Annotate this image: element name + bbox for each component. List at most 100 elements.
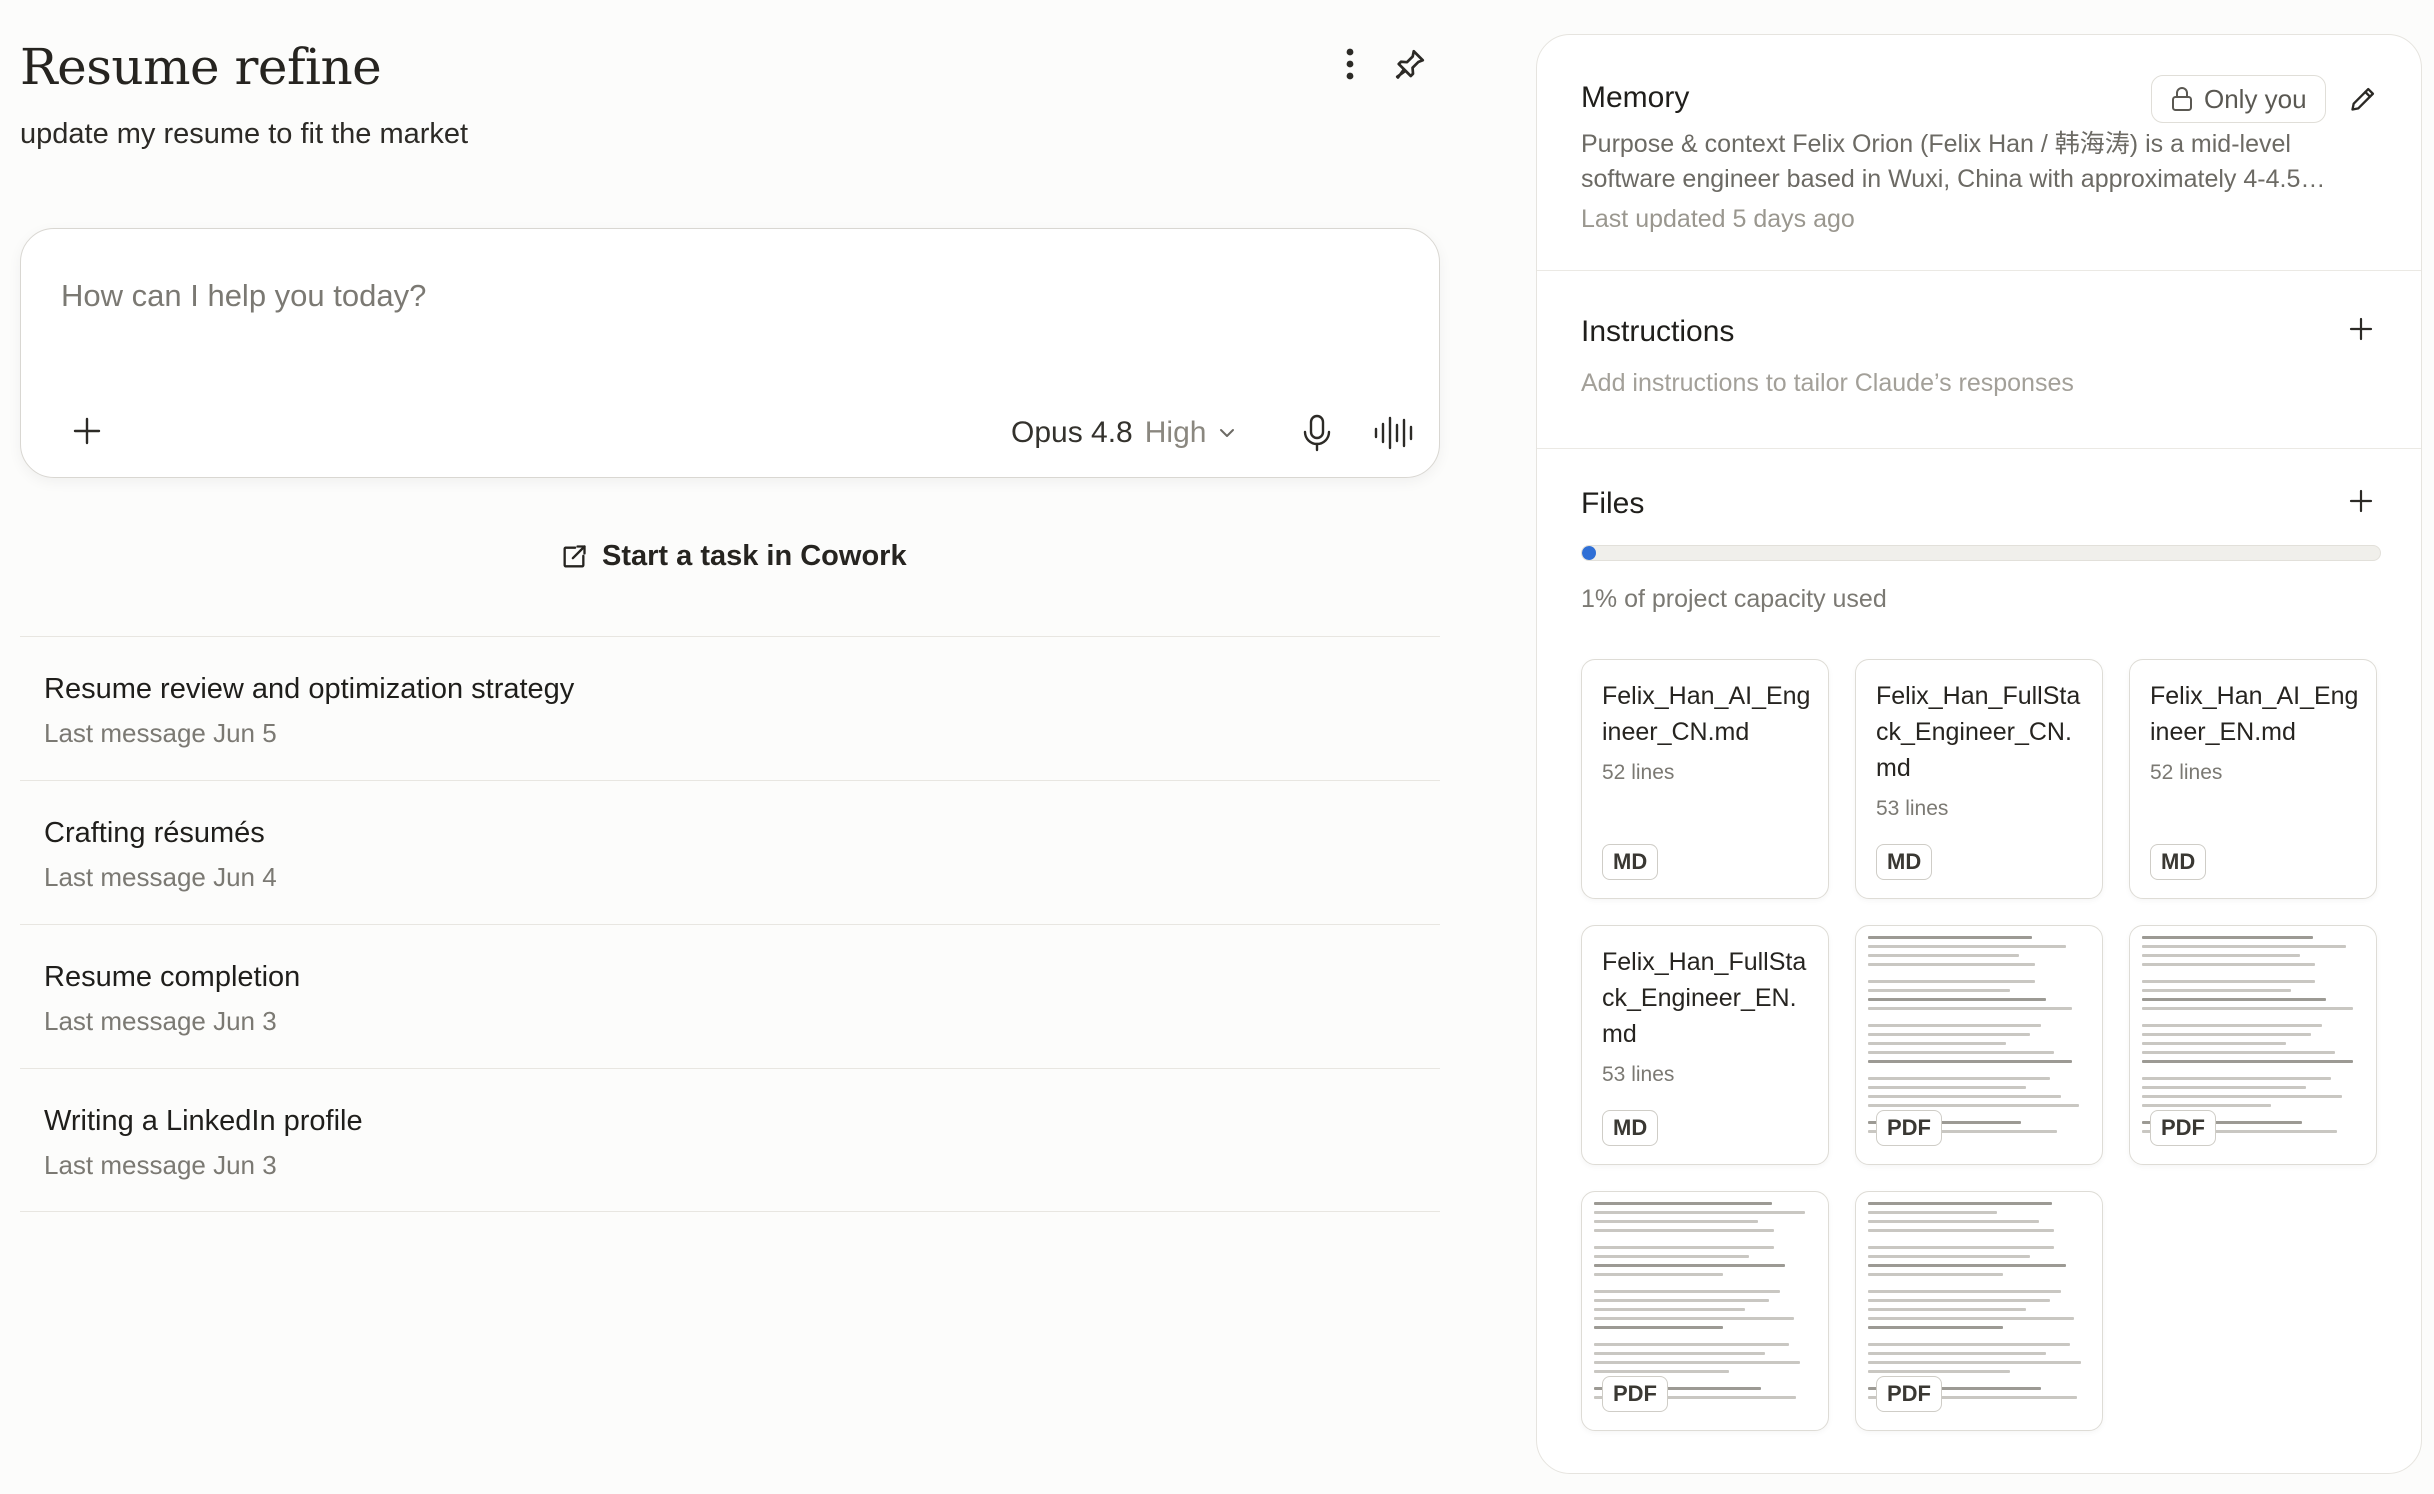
pdf-thumbnail-line	[1868, 1024, 2042, 1027]
plus-icon	[2349, 317, 2373, 341]
file-name: Felix_Han_FullStack_Engineer_EN.md	[1602, 948, 1807, 1048]
pdf-thumbnail-line	[2142, 1033, 2311, 1036]
pdf-thumbnail-line	[1868, 1202, 2053, 1205]
pdf-thumbnail-line	[2142, 945, 2347, 948]
file-card[interactable]: Felix_Han_AI_Engineer_CN.md 52 lines MD	[1581, 659, 1829, 899]
page-title: Resume refine	[20, 38, 382, 96]
pdf-thumbnail-line	[2142, 1042, 2287, 1045]
pdf-thumbnail-line	[1594, 1335, 1816, 1343]
conversation-item[interactable]: Crafting résumés Last message Jun 4	[20, 780, 1440, 924]
pdf-thumbnail-line	[1868, 954, 2019, 957]
audio-waveform-icon	[1374, 416, 1413, 450]
pdf-thumbnail-line	[1868, 936, 2033, 939]
conversation-last-message: Last message Jun 3	[44, 1150, 277, 1180]
conversation-last-message: Last message Jun 4	[44, 862, 277, 892]
add-attachment-button[interactable]	[65, 409, 109, 453]
pdf-thumbnail-line	[2142, 1016, 2364, 1024]
conversation-item[interactable]: Writing a LinkedIn profile Last message …	[20, 1068, 1440, 1212]
instructions-placeholder[interactable]: Add instructions to tailor Claude’s resp…	[1581, 369, 2074, 398]
external-link-icon	[563, 544, 586, 567]
plus-icon	[73, 417, 101, 445]
pdf-thumbnail-line	[1594, 1326, 1723, 1329]
capacity-text: 1% of project capacity used	[1581, 585, 1887, 613]
instructions-section: Instructions Add instructions to tailor …	[1537, 271, 2421, 449]
pdf-thumbnail-line	[2142, 954, 2300, 957]
pdf-thumbnail-line	[1868, 1335, 2090, 1343]
memory-visibility-button[interactable]: Only you	[2151, 75, 2326, 123]
capacity-bar-fill	[1582, 546, 1596, 560]
add-file-button[interactable]	[2341, 481, 2381, 521]
pdf-thumbnail-line	[1594, 1273, 1723, 1276]
pdf-thumbnail-line	[1868, 1308, 2026, 1311]
pdf-thumbnail-line	[1594, 1308, 1745, 1311]
pdf-thumbnail-line	[1594, 1229, 1774, 1232]
pdf-thumbnail-line	[1868, 1104, 2079, 1107]
project-main: Resume refine update my resume to fit th…	[20, 0, 1440, 1212]
pdf-thumbnail-line	[2142, 1077, 2331, 1080]
model-selector[interactable]: Opus 4.8 High	[1011, 411, 1236, 455]
project-header: Resume refine update my resume to fit th…	[20, 0, 1440, 200]
file-type-badge: MD	[1876, 844, 1933, 880]
pdf-thumbnail-line	[1594, 1255, 1750, 1258]
pdf-thumbnail-line	[1868, 1220, 2039, 1223]
file-card-pdf[interactable]: PDF	[1855, 925, 2103, 1165]
plus-icon	[2349, 489, 2373, 513]
pdf-thumbnail-line	[1868, 1299, 2051, 1302]
pdf-thumbnail-line	[2142, 980, 2316, 983]
instructions-title: Instructions	[1581, 315, 1735, 348]
pdf-thumbnail-line	[2142, 998, 2327, 1001]
pdf-thumbnail-line	[1868, 1290, 2062, 1293]
file-type-badge: PDF	[2150, 1110, 2216, 1146]
conversation-item[interactable]: Resume completion Last message Jun 3	[20, 924, 1440, 1068]
start-cowork-task-link[interactable]: Start a task in Cowork	[560, 540, 907, 573]
pdf-thumbnail-line	[1868, 1051, 2055, 1054]
pdf-thumbnail-line	[1868, 1086, 2026, 1089]
memory-section: Memory Only you Purpose & context Felix …	[1537, 35, 2421, 271]
pdf-thumbnail-line	[1594, 1317, 1794, 1320]
model-effort: High	[1144, 416, 1207, 449]
pdf-thumbnail-line	[2142, 936, 2313, 939]
dictation-button[interactable]	[1293, 409, 1341, 457]
voice-mode-button[interactable]	[1371, 409, 1419, 457]
file-line-count: 52 lines	[1602, 761, 1675, 784]
project-knowledge-panel: Memory Only you Purpose & context Felix …	[1536, 34, 2422, 1474]
conversation-title: Resume review and optimization strategy	[44, 673, 575, 705]
pdf-thumbnail-line	[1868, 945, 2066, 948]
file-card-pdf[interactable]: PDF	[1581, 1191, 1829, 1431]
pdf-thumbnail-line	[1868, 1343, 2071, 1346]
model-name: Opus 4.8	[1011, 416, 1133, 449]
chat-input[interactable]	[61, 271, 1261, 321]
memory-summary[interactable]: Purpose & context Felix Orion (Felix Han…	[1581, 127, 2351, 197]
pdf-thumbnail-line	[1868, 1326, 2004, 1329]
edit-memory-button[interactable]	[2343, 79, 2383, 119]
file-card[interactable]: Felix_Han_FullStack_Engineer_CN.md 53 li…	[1855, 659, 2103, 899]
pdf-thumbnail-line	[1594, 1264, 1785, 1267]
memory-visibility-label: Only you	[2204, 83, 2307, 114]
conversation-title: Resume completion	[44, 961, 301, 993]
pin-button[interactable]	[1386, 40, 1434, 88]
file-name-block: Felix_Han_AI_Engineer_EN.md 52 lines	[2150, 678, 2360, 786]
pdf-thumbnail-line	[1594, 1246, 1774, 1249]
memory-title: Memory	[1581, 81, 1690, 114]
pdf-thumbnail-line	[1868, 1246, 2055, 1249]
more-options-button[interactable]	[1326, 40, 1374, 88]
pdf-thumbnail-line	[1868, 1370, 2011, 1373]
pdf-thumbnail-line	[2142, 1104, 2271, 1107]
pdf-thumbnail-line	[2142, 1060, 2353, 1063]
add-instructions-button[interactable]	[2341, 309, 2381, 349]
pdf-thumbnail-line	[1868, 980, 2035, 983]
file-type-badge: PDF	[1602, 1376, 1668, 1412]
file-card[interactable]: Felix_Han_FullStack_Engineer_EN.md 53 li…	[1581, 925, 1829, 1165]
conversation-item[interactable]: Resume review and optimization strategy …	[20, 636, 1440, 780]
pdf-thumbnail-line	[1868, 1352, 2046, 1355]
pdf-thumbnail-line	[1868, 1255, 2031, 1258]
pdf-thumbnail-line	[1868, 1033, 2031, 1036]
file-card-pdf[interactable]: PDF	[1855, 1191, 2103, 1431]
file-card[interactable]: Felix_Han_AI_Engineer_EN.md 52 lines MD	[2129, 659, 2377, 899]
pdf-thumbnail-line	[1594, 1361, 1801, 1364]
pdf-thumbnail-line	[1868, 1264, 2066, 1267]
pencil-icon	[2351, 87, 2375, 111]
file-card-pdf[interactable]: PDF	[2129, 925, 2377, 1165]
pdf-thumbnail-line	[1868, 1317, 2075, 1320]
pdf-thumbnail-line	[2142, 1095, 2342, 1098]
